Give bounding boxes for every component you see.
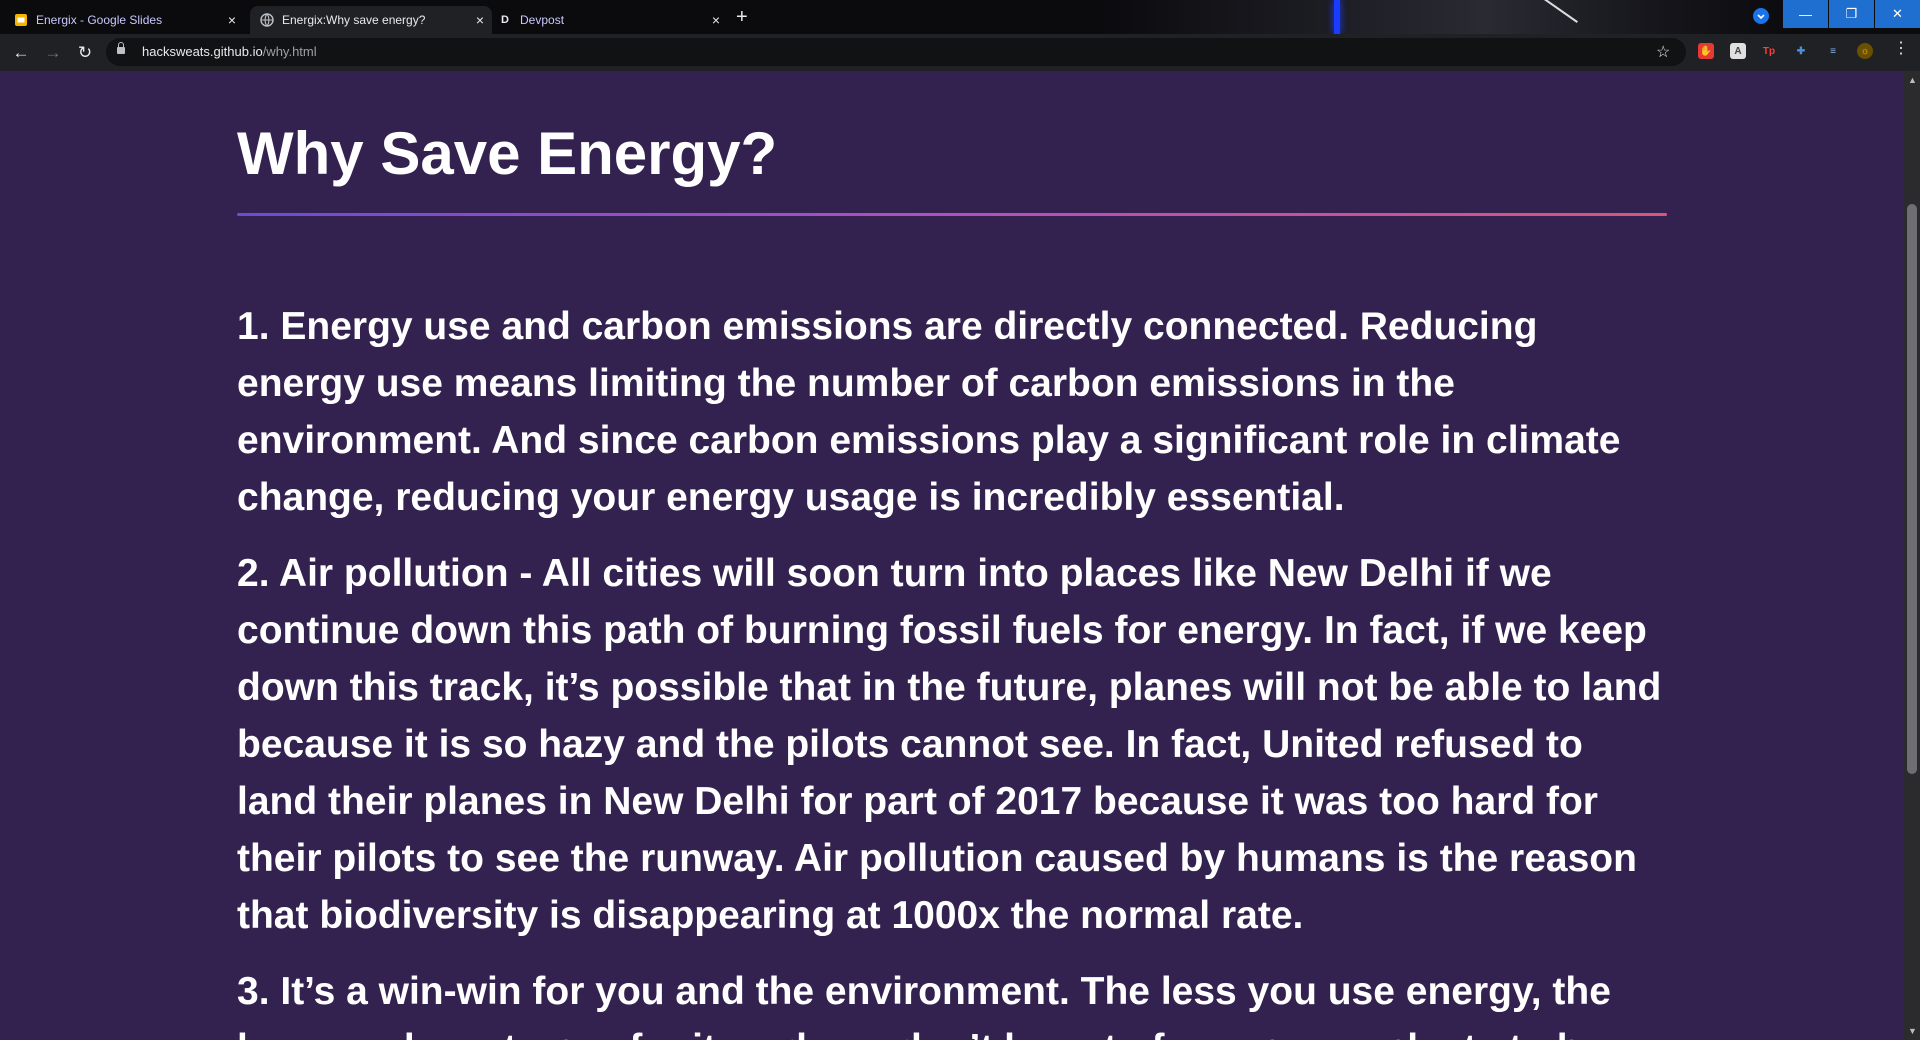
- scroll-up-icon[interactable]: ▲: [1908, 75, 1917, 85]
- tab-devpost[interactable]: D Devpost ×: [498, 6, 728, 34]
- globe-icon: [260, 13, 274, 27]
- tab-title: Devpost: [520, 13, 565, 27]
- paragraph-3: 3. It’s a win-win for you and the enviro…: [237, 970, 1643, 1040]
- close-tab-icon[interactable]: ×: [712, 12, 720, 28]
- back-icon[interactable]: ←: [10, 42, 32, 64]
- paragraph-2: 2. Air pollution - All cities will soon …: [237, 552, 1662, 937]
- vertical-scrollbar[interactable]: ▲ ▼: [1904, 71, 1920, 1040]
- playlist-icon[interactable]: ≡: [1825, 43, 1841, 59]
- adblock-icon[interactable]: ✋: [1698, 43, 1714, 59]
- scroll-down-icon[interactable]: ▼: [1908, 1026, 1917, 1036]
- browser-chrome: Energix - Google Slides × Energix:Why sa…: [0, 0, 1920, 71]
- devpost-icon: D: [501, 14, 509, 26]
- puzzle-icon[interactable]: ✚: [1793, 43, 1809, 59]
- reader-icon[interactable]: A: [1730, 43, 1746, 59]
- google-slides-icon: [14, 13, 28, 27]
- page-title: Why Save Energy?: [237, 120, 778, 187]
- close-tab-icon[interactable]: ×: [476, 12, 484, 28]
- tab-title: Energix:Why save energy?: [282, 13, 426, 27]
- restore-button[interactable]: ❐: [1829, 0, 1874, 28]
- title-divider: [237, 213, 1667, 216]
- close-tab-icon[interactable]: ×: [228, 12, 236, 28]
- close-window-button[interactable]: ✕: [1875, 0, 1920, 28]
- tp-extension-icon[interactable]: Tp: [1761, 43, 1777, 59]
- scrollbar-thumb[interactable]: [1907, 204, 1917, 774]
- forward-icon[interactable]: →: [42, 42, 64, 64]
- bookmark-star-icon[interactable]: ☆: [1656, 42, 1670, 62]
- minimize-button[interactable]: —: [1783, 0, 1828, 28]
- reload-icon[interactable]: ↻: [74, 42, 96, 64]
- tab-strip-wallpaper: [1100, 0, 1800, 34]
- more-menu-icon[interactable]: ⋮: [1893, 41, 1909, 57]
- tab-why-save-energy[interactable]: Energix:Why save energy? ×: [250, 6, 492, 34]
- address-bar[interactable]: [106, 38, 1686, 66]
- tab-strip: Energix - Google Slides × Energix:Why sa…: [0, 0, 1920, 34]
- url-text[interactable]: hacksweats.github.io/why.html: [142, 44, 317, 60]
- downloads-icon[interactable]: [1753, 8, 1769, 24]
- new-tab-button[interactable]: +: [736, 6, 748, 28]
- lock-icon[interactable]: [117, 42, 125, 54]
- tab-title: Energix - Google Slides: [36, 13, 163, 27]
- web-page: Why Save Energy? 1. Energy use and carbo…: [0, 71, 1904, 1040]
- profile-avatar-icon[interactable]: ☼: [1857, 43, 1873, 59]
- tab-energix-slides[interactable]: Energix - Google Slides ×: [14, 6, 244, 34]
- paragraph-1: 1. Energy use and carbon emissions are d…: [237, 305, 1621, 519]
